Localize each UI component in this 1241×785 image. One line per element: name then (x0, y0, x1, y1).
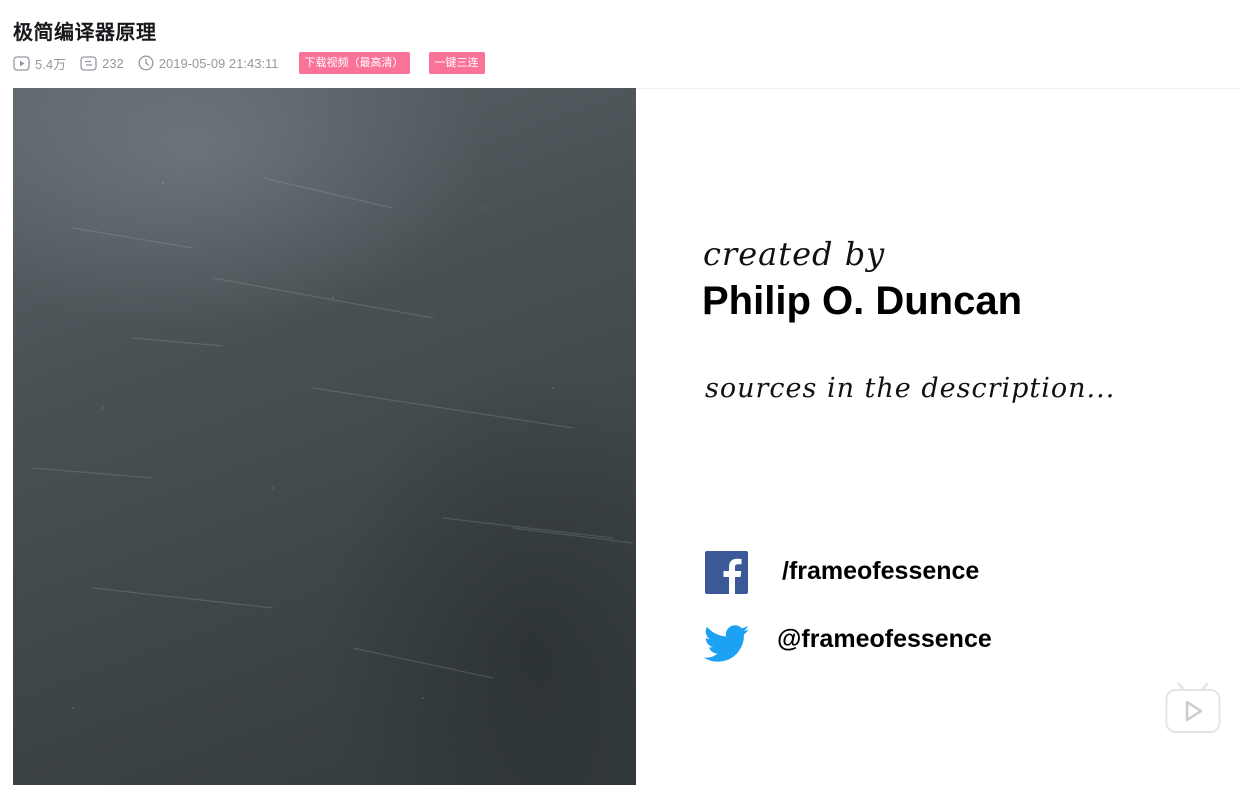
publish-date: 2019-05-09 21:43:11 (138, 55, 279, 71)
bilibili-tv-icon[interactable] (1165, 682, 1221, 734)
danmaku-icon (80, 55, 97, 71)
danmaku-count-value: 232 (102, 55, 124, 71)
credits-slide: created by Philip O. Duncan sources in t… (636, 88, 1241, 785)
view-count: 5.4万 (13, 54, 66, 73)
author-name: Philip O. Duncan (702, 279, 1023, 323)
sources-text: sources in the description... (705, 373, 1116, 404)
video-player[interactable]: created by Philip O. Duncan sources in t… (13, 88, 1241, 785)
play-count-icon (13, 55, 30, 71)
chalkboard-panel (13, 88, 636, 785)
view-count-value: 5.4万 (35, 56, 67, 72)
download-video-button[interactable]: 下载视频（最高清） (298, 52, 410, 74)
twitter-icon (704, 625, 750, 662)
facebook-handle: /frameofessence (782, 557, 980, 585)
danmaku-count: 232 (80, 56, 124, 71)
created-by-text: created by (703, 235, 886, 273)
publish-date-value: 2019-05-09 21:43:11 (158, 55, 279, 71)
clock-icon (138, 55, 154, 71)
chalk-scratches (32, 177, 634, 709)
twitter-handle: @frameofessence (777, 625, 992, 653)
triple-action-button[interactable]: 一键三连 (428, 52, 485, 74)
video-title: 极简编译器原理 (13, 20, 157, 44)
video-meta-bar: 5.4万 232 2019-05-09 21:43:11 下载视频（最高清） 一… (13, 52, 485, 74)
facebook-icon (705, 551, 748, 594)
